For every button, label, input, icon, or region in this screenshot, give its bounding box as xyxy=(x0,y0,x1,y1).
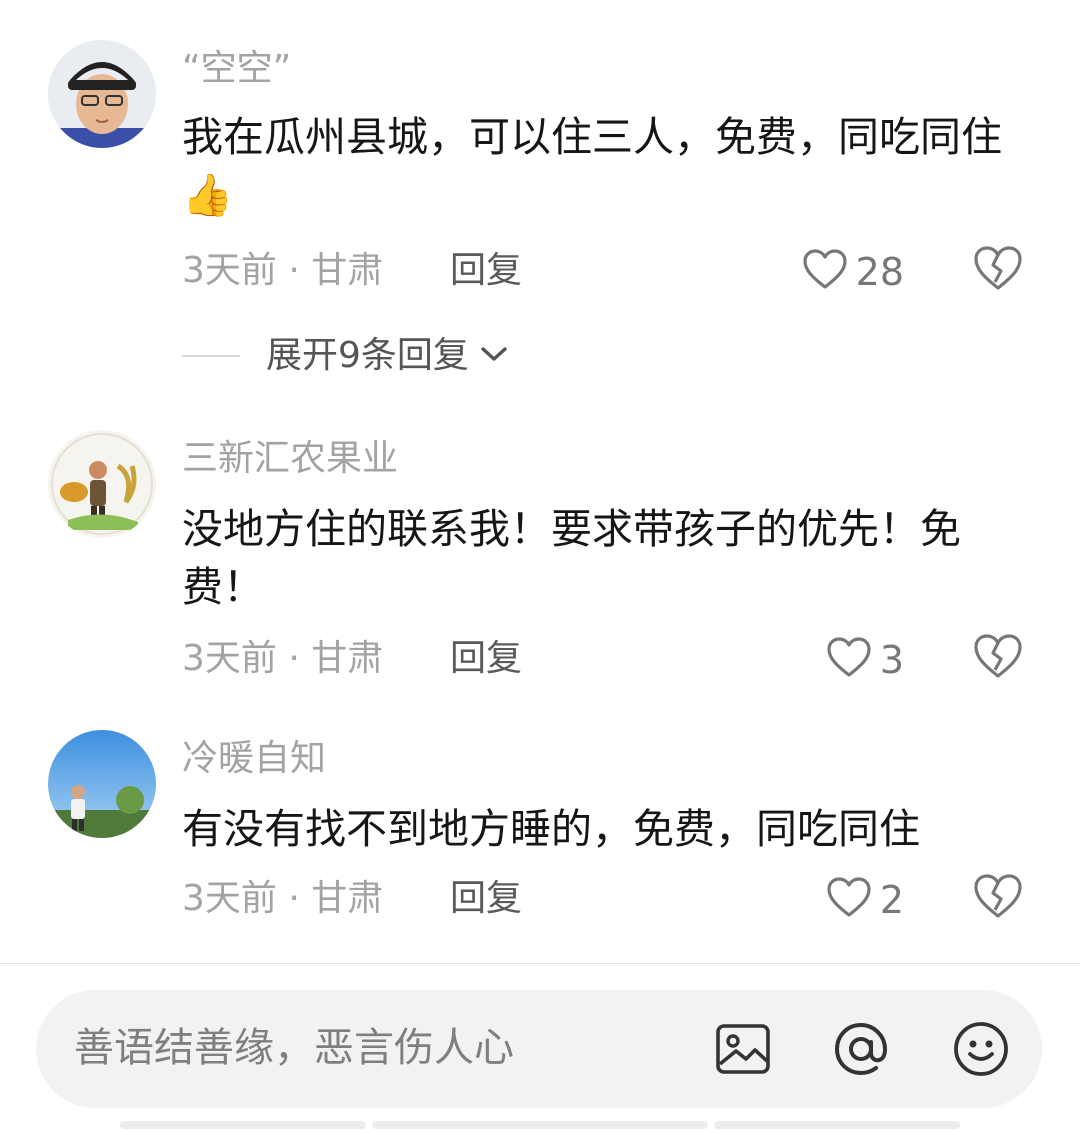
username[interactable]: 三新汇农果业 xyxy=(182,441,398,477)
emoji-icon[interactable] xyxy=(952,1020,1010,1078)
dislike-button[interactable] xyxy=(972,244,1024,296)
like-button[interactable]: 2 xyxy=(826,876,904,924)
username[interactable]: 冷暖自知 xyxy=(182,741,326,777)
like-button[interactable]: 3 xyxy=(826,636,904,684)
broken-heart-icon xyxy=(972,246,1024,296)
reply-button[interactable]: 回复 xyxy=(450,881,522,917)
username[interactable]: “空空” xyxy=(182,51,291,87)
broken-heart-icon xyxy=(972,634,1024,684)
comment-input-bar[interactable]: 善语结善缘，恶言伤人心 xyxy=(36,990,1042,1108)
reply-button[interactable]: 回复 xyxy=(450,253,522,289)
avatar[interactable] xyxy=(48,730,156,838)
avatar[interactable] xyxy=(48,40,156,148)
home-indicator xyxy=(120,1121,366,1129)
comment-meta: 3天前 · 甘肃 xyxy=(182,250,384,291)
at-icon[interactable] xyxy=(832,1020,890,1078)
heart-outline-icon xyxy=(826,876,872,924)
heart-outline-icon xyxy=(802,248,848,296)
reply-button[interactable]: 回复 xyxy=(450,641,522,677)
divider-line xyxy=(182,355,240,357)
avatar[interactable] xyxy=(48,430,156,538)
comment-meta: 3天前 · 甘肃 xyxy=(182,638,384,679)
dislike-button[interactable] xyxy=(972,632,1024,684)
comment-input[interactable]: 善语结善缘，恶言伤人心 xyxy=(74,1028,514,1068)
comment-text: 没地方住的联系我！要求带孩子的优先！免费！ xyxy=(182,505,961,611)
like-count: 2 xyxy=(879,878,904,922)
like-count: 3 xyxy=(879,638,904,682)
like-button[interactable]: 28 xyxy=(802,248,904,296)
input-divider xyxy=(0,963,1080,964)
heart-outline-icon xyxy=(826,636,872,684)
like-count: 28 xyxy=(855,250,904,294)
chevron-down-icon xyxy=(479,344,509,368)
comment-text: 有没有找不到地方睡的，免费，同吃同住 xyxy=(182,805,920,853)
image-icon[interactable] xyxy=(714,1020,772,1078)
home-indicator xyxy=(714,1121,960,1129)
expand-replies-label: 展开9条回复 xyxy=(266,335,469,376)
broken-heart-icon xyxy=(972,874,1024,924)
expand-replies-button[interactable]: 展开9条回复 xyxy=(182,334,509,378)
dislike-button[interactable] xyxy=(972,872,1024,924)
comment-meta: 3天前 · 甘肃 xyxy=(182,878,384,919)
comment-text: 我在瓜州县城，可以住三人，免费，同吃同住👍 xyxy=(182,113,1002,219)
home-indicator xyxy=(372,1121,708,1129)
